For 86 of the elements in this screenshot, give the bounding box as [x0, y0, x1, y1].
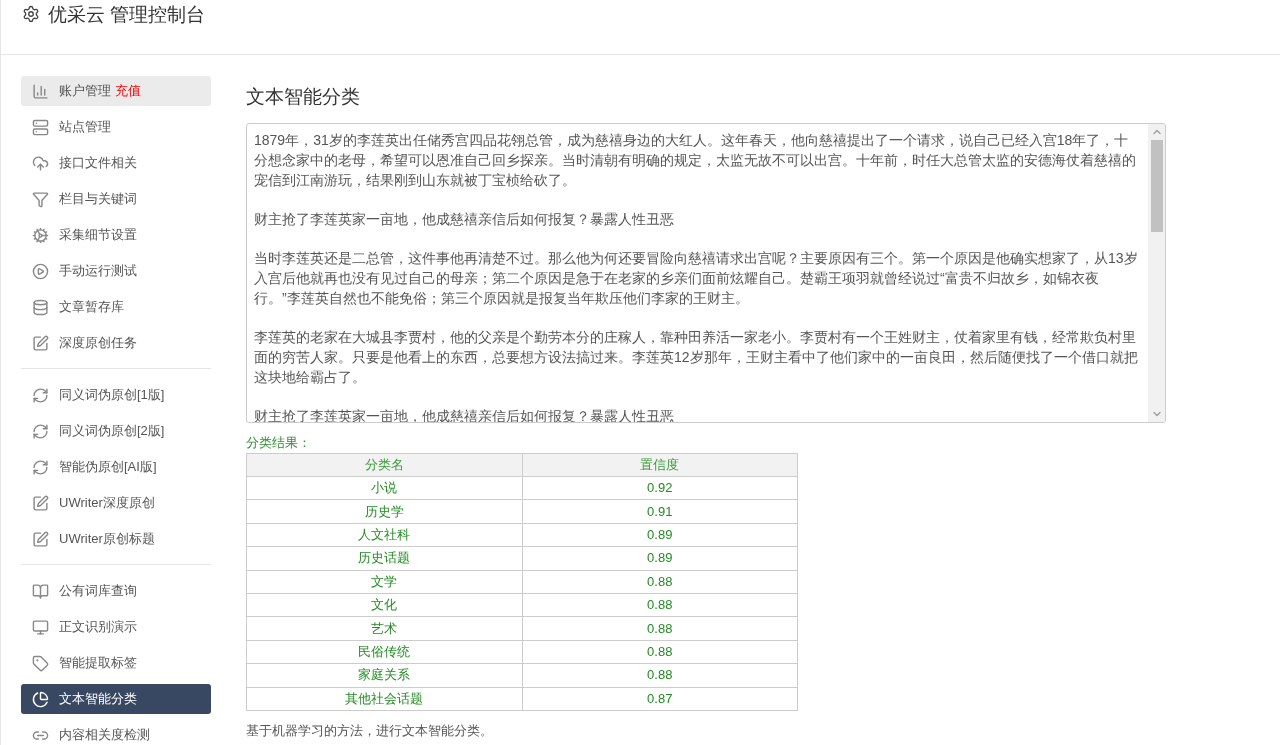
sidebar-item[interactable]: 栏目与关键词 — [21, 184, 211, 214]
sidebar-item[interactable]: UWriter深度原创 — [21, 488, 211, 518]
sidebar-label: 同义词伪原创[2版] — [59, 422, 165, 441]
table-cell: 0.88 — [522, 570, 798, 594]
text-input-area[interactable] — [246, 123, 1166, 423]
page-title: 文本智能分类 — [246, 85, 361, 109]
settings-icon — [22, 5, 40, 23]
sidebar-item[interactable]: 账户管理 充值 — [21, 76, 211, 106]
sidebar-label: 内容相关度检测 — [59, 726, 150, 745]
sidebar-label: UWriter原创标题 — [59, 530, 155, 549]
table-cell: 历史话题 — [246, 546, 522, 571]
sidebar-label: 智能提取标签 — [59, 654, 137, 673]
table-cell: 文化 — [246, 593, 522, 617]
table-cell: 0.92 — [522, 476, 798, 500]
table-cell: 0.88 — [522, 640, 798, 664]
bar-chart-icon — [32, 82, 49, 100]
sidebar-item[interactable]: UWriter原创标题 — [21, 524, 211, 554]
article-paragraph: 财主抢了李莲英家一亩地，他成慈禧亲信后如何报复？暴露人性丑恶 — [254, 210, 675, 229]
sidebar-item[interactable]: 智能提取标签 — [21, 648, 211, 678]
sidebar-label: 账户管理 — [59, 82, 111, 101]
result-label: 分类结果： — [246, 434, 312, 452]
description-text: 基于机器学习的方法，进行文本智能分类。 — [246, 721, 494, 740]
cloud-upload-icon — [32, 154, 49, 172]
column-header: 分类名 — [246, 453, 522, 477]
sidebar-item[interactable]: 手动运行测试 — [21, 256, 211, 286]
play-icon — [32, 262, 49, 280]
tag-icon — [32, 654, 49, 672]
sidebar-item[interactable]: 公有词库查询 — [21, 576, 211, 606]
sidebar-item[interactable]: 文本智能分类 — [21, 684, 211, 714]
sidebar-label: 采集细节设置 — [59, 226, 137, 245]
sidebar-label: 智能伪原创[AI版] — [59, 458, 157, 477]
sidebar-label: 正文识别演示 — [59, 618, 137, 637]
sidebar-label: 深度原创任务 — [59, 334, 137, 353]
table-cell: 0.88 — [522, 593, 798, 617]
refresh-icon — [32, 458, 49, 476]
sidebar-label: 文本智能分类 — [59, 690, 137, 709]
sidebar-item[interactable]: 接口文件相关 — [21, 148, 211, 178]
table-cell: 文学 — [246, 570, 522, 594]
column-header: 置信度 — [522, 453, 798, 477]
table-cell: 小说 — [246, 476, 522, 500]
table-cell: 0.91 — [522, 499, 798, 524]
sidebar-item[interactable]: 智能伪原创[AI版] — [21, 452, 211, 482]
database-icon — [32, 298, 49, 316]
table-cell: 民俗传统 — [246, 640, 522, 664]
sidebar-item[interactable]: 文章暂存库 — [21, 292, 211, 322]
pie-chart-icon — [32, 690, 49, 708]
sidebar-label: 栏目与关键词 — [59, 190, 137, 209]
table-cell: 艺术 — [246, 616, 522, 641]
table-cell: 0.88 — [522, 616, 798, 641]
article-paragraph: 李莲英的老家在大城县李贾村，他的父亲是个勤劳本分的庄稼人，靠种田养活一家老小。李贾村有一个王姓财主，仗着家里有钱，经常欺负村里面的穷苦人家。只要是他看上的东西，总要想方设法搞过来。李莲英12岁那年，王财主看中了他们家中的一亩良田，然后随便找了一个借口就把这块地给霸占了。 — [254, 328, 1139, 387]
table-cell: 0.89 — [522, 523, 798, 547]
monitor-icon — [32, 618, 49, 636]
table-cell: 0.88 — [522, 663, 798, 687]
table-cell: 家庭关系 — [246, 663, 522, 687]
table-cell: 0.87 — [522, 687, 798, 711]
sidebar-label: 手动运行测试 — [59, 262, 137, 281]
sidebar-item[interactable]: 深度原创任务 — [21, 328, 211, 358]
edit-icon — [32, 494, 49, 512]
article-paragraph: 当时李莲英还是二总管，这件事他再清楚不过。那么他为何还要冒险向慈禧请求出宫呢？主要原因有三个。第一个原因是他确实想家了，从13岁入宫后他就再也没有见过自己的母亲；第二个原因是急于在老家的乡亲们面前炫耀自己。楚霸王项羽就曾经说过“富贵不归故乡，如锦衣夜行。”李莲英自然也不能免俗；第三个原因就是报复当年欺压他们李家的王财主。 — [254, 249, 1139, 308]
scroll-thumb[interactable] — [1150, 140, 1163, 232]
refresh-icon — [32, 386, 49, 404]
app-title: 优采云 管理控制台 — [48, 3, 206, 27]
sidebar-label: 公有词库查询 — [59, 582, 137, 601]
scrollbar[interactable] — [1148, 124, 1165, 422]
refresh-icon — [32, 422, 49, 440]
table-cell: 0.89 — [522, 546, 798, 571]
sidebar-label: UWriter深度原创 — [59, 494, 155, 513]
sidebar-label: 接口文件相关 — [59, 154, 137, 173]
table-cell: 其他社会话题 — [246, 687, 522, 711]
table-cell: 人文社科 — [246, 523, 522, 547]
sidebar-item[interactable]: 同义词伪原创[2版] — [21, 416, 211, 446]
book-icon — [32, 582, 49, 600]
sidebar-label: 站点管理 — [59, 118, 111, 137]
filter-icon — [32, 190, 49, 208]
sidebar-item[interactable]: 采集细节设置 — [21, 220, 211, 250]
sidebar-item[interactable]: 内容相关度检测 — [21, 720, 211, 745]
sidebar-item[interactable]: 正文识别演示 — [21, 612, 211, 642]
sidebar-item[interactable]: 站点管理 — [21, 112, 211, 142]
table-cell: 历史学 — [246, 499, 522, 524]
sidebar-label: 同义词伪原创[1版] — [59, 386, 165, 405]
sidebar-label: 文章暂存库 — [59, 298, 124, 317]
edit-icon — [32, 334, 49, 352]
server-icon — [32, 118, 49, 136]
edit-icon — [32, 530, 49, 548]
article-paragraph: 1879年，31岁的李莲英出任储秀宫四品花翎总管，成为慈禧身边的大红人。这年春天，他向慈禧提出了一个请求，说自己已经入宫18年了，十分想念家中的老母，希望可以恩准自己回乡探亲。当时清朝有明确的规定，太监无故不可以出宫。十年前，时任大总管太监的安德海仗着慈禧的宠信到江南游玩，结果刚到山东就被丁宝桢给砍了。 — [254, 131, 1137, 190]
sidebar-item[interactable]: 同义词伪原创[1版] — [21, 380, 211, 410]
